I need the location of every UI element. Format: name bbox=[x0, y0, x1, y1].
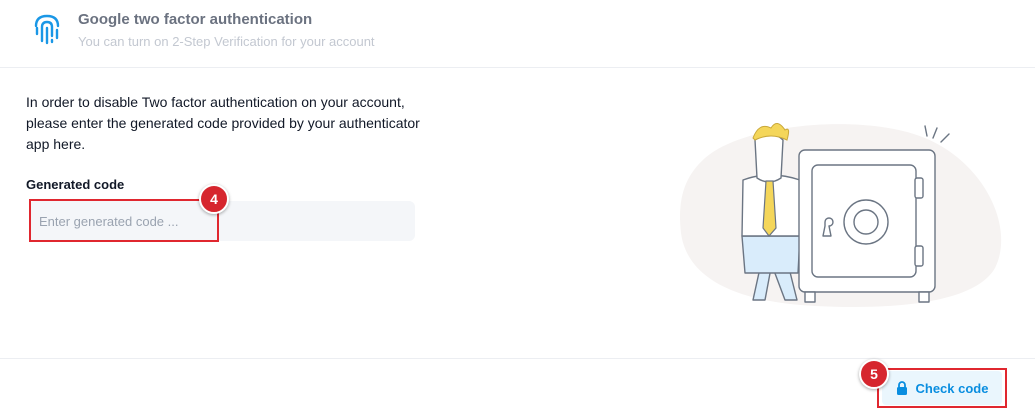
page-subtitle: You can turn on 2-Step Verification for … bbox=[78, 34, 375, 49]
step-5-badge: 5 bbox=[859, 359, 889, 389]
fingerprint-icon bbox=[34, 14, 60, 45]
generated-code-label: Generated code bbox=[26, 177, 125, 192]
page-header: Google two factor authentication You can… bbox=[0, 0, 1035, 68]
check-code-label: Check code bbox=[915, 380, 989, 396]
step-4-badge: 4 bbox=[199, 184, 229, 214]
check-code-button[interactable]: Check code bbox=[882, 371, 1002, 405]
instructions-text: In order to disable Two factor authentic… bbox=[26, 94, 420, 152]
safe-illustration bbox=[680, 123, 1002, 308]
page-title: Google two factor authentication bbox=[78, 11, 313, 28]
footer-divider bbox=[0, 358, 1035, 359]
lock-icon bbox=[896, 381, 907, 395]
